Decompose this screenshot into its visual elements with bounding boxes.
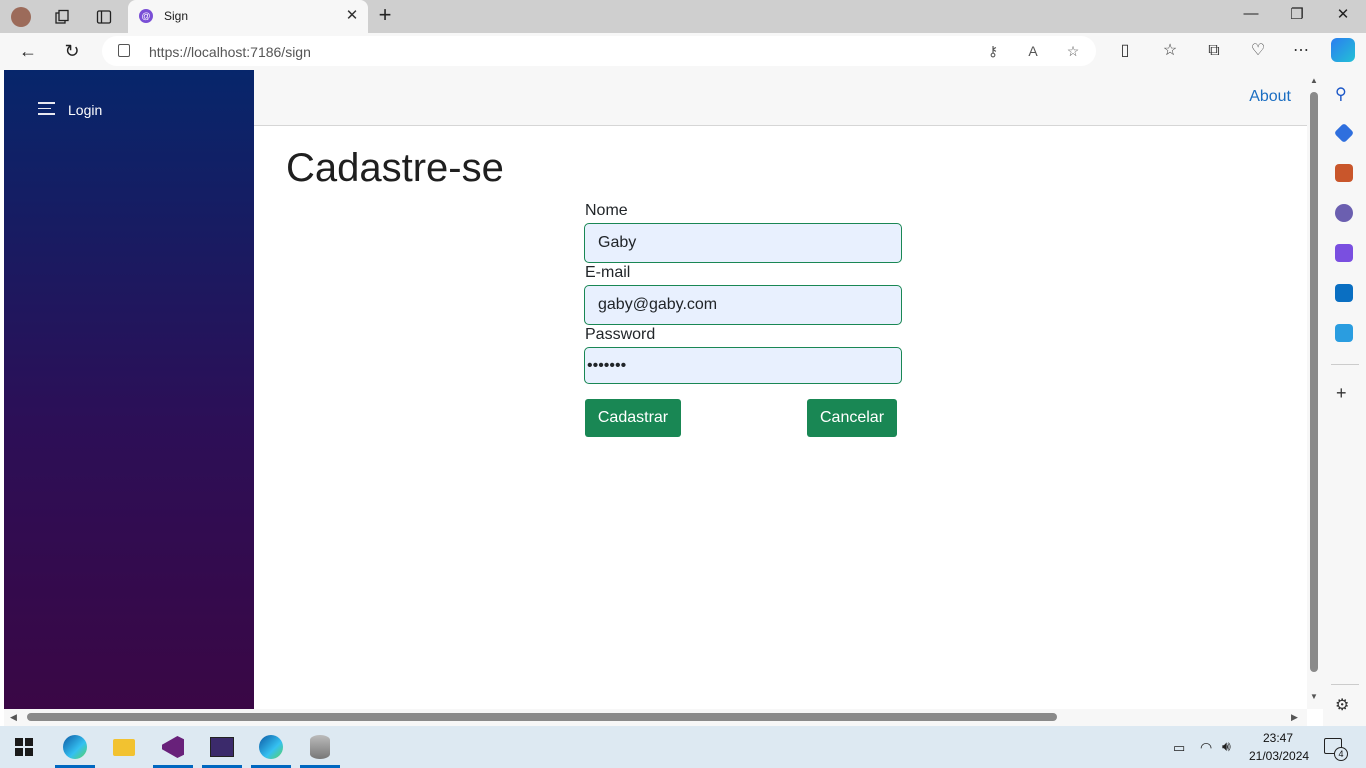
password-input[interactable]: ••••••• [584,347,902,384]
horizontal-scrollbar[interactable]: ◀ ▶ [4,709,1307,726]
edge-app-icon[interactable] [61,734,89,760]
network-icon[interactable]: ◠ [1200,739,1212,756]
horizontal-scroll-thumb[interactable] [27,713,1057,721]
blazor-favicon-icon: @ [139,9,153,23]
split-screen-icon[interactable]: ▯ [1114,41,1136,63]
games-icon[interactable] [1335,204,1353,222]
sidebar: Login [4,70,254,709]
minimize-icon[interactable]: — [1236,5,1266,27]
close-window-icon[interactable]: ✕ [1328,5,1358,27]
new-tab-button[interactable]: + [374,4,396,27]
windows-taskbar: ▭ ◠ 🔊︎ 23:47 21/03/2024 4 [0,726,1366,768]
volume-icon[interactable]: 🔊︎ [1222,738,1231,755]
workspaces-icon[interactable] [51,6,73,28]
top-row: About [254,70,1307,126]
hamburger-menu-icon[interactable] [38,102,55,119]
tab-actions-icon[interactable] [93,6,115,28]
refresh-icon[interactable]: ↻ [60,40,84,64]
email-label: E-mail [585,264,631,281]
cadastrar-button[interactable]: Cadastrar [585,399,681,437]
restore-icon[interactable]: ❐ [1282,5,1312,27]
windows-start-icon[interactable] [10,734,38,760]
vertical-scrollbar[interactable]: ▲ ▼ [1307,70,1323,709]
browser-essentials-icon[interactable]: ♡ [1247,41,1269,63]
vertical-scroll-thumb[interactable] [1310,92,1318,672]
scroll-left-icon[interactable]: ◀ [10,712,17,723]
cancelar-button[interactable]: Cancelar [807,399,897,437]
close-tab-icon[interactable]: ✕ [342,6,362,24]
address-bar[interactable]: https://localhost:7186/sign ⚷ A ☆ [102,36,1096,66]
file-explorer-icon[interactable] [110,734,138,760]
edge-sidebar-divider [1331,364,1359,365]
shopping-tag-icon[interactable] [1333,122,1355,144]
scroll-up-icon[interactable]: ▲ [1310,76,1318,85]
address-toolbar: ← ↻ https://localhost:7186/sign ⚷ A ☆ ▯ … [0,33,1366,70]
favorite-star-icon[interactable]: ☆ [1063,42,1083,62]
about-link[interactable]: About [1249,88,1291,106]
copilot-icon[interactable] [1331,38,1355,62]
add-icon[interactable]: + [1336,383,1347,404]
password-label: Password [585,326,656,343]
scroll-right-icon[interactable]: ▶ [1291,712,1298,723]
terminal-icon[interactable] [208,734,236,760]
settings-gear-icon[interactable]: ⚙ [1335,695,1349,715]
edge-app-icon-2[interactable] [257,734,285,760]
profile-avatar-icon[interactable] [10,6,32,28]
name-label: Nome [585,202,628,219]
more-menu-icon[interactable]: ⋯ [1290,41,1312,63]
tab-sign[interactable]: @ Sign ✕ [128,0,368,33]
battery-icon[interactable]: ▭ [1173,740,1185,756]
back-icon[interactable]: ← [16,40,40,64]
scroll-down-icon[interactable]: ▼ [1310,692,1318,701]
clock-date[interactable]: 21/03/2024 [1249,749,1309,763]
key-icon[interactable]: ⚷ [983,42,1003,62]
favorites-icon[interactable]: ☆ [1159,41,1181,63]
name-input[interactable]: Gaby [584,223,902,263]
email-input[interactable]: gaby@gaby.com [584,285,902,325]
edge-sidebar: ⚲ + ⚙ [1323,70,1366,726]
url-text[interactable]: https://localhost:7186/sign [149,44,311,60]
login-link[interactable]: Login [68,102,102,118]
page-title: Cadastre-se [286,146,504,190]
tools-icon[interactable] [1335,164,1353,182]
collections-icon[interactable]: ⧉ [1203,41,1225,63]
browser-tab-bar: @ Sign ✕ + — ❐ ✕ [0,0,1366,33]
notification-count-badge: 4 [1334,747,1348,761]
page-viewport: Login About Cadastre-se Nome Gaby E-mail… [4,70,1307,709]
database-app-icon[interactable] [306,734,334,760]
outlook-icon[interactable] [1335,284,1353,302]
search-icon[interactable]: ⚲ [1335,84,1353,103]
drop-icon[interactable] [1335,324,1353,342]
read-aloud-icon[interactable]: A [1023,42,1043,62]
lock-icon[interactable] [118,44,130,57]
edge-sidebar-divider-bottom [1331,684,1359,685]
visual-studio-icon[interactable] [159,734,187,760]
clock-time[interactable]: 23:47 [1263,731,1293,745]
tab-title: Sign [164,9,189,23]
microsoft-365-icon[interactable] [1335,244,1353,262]
